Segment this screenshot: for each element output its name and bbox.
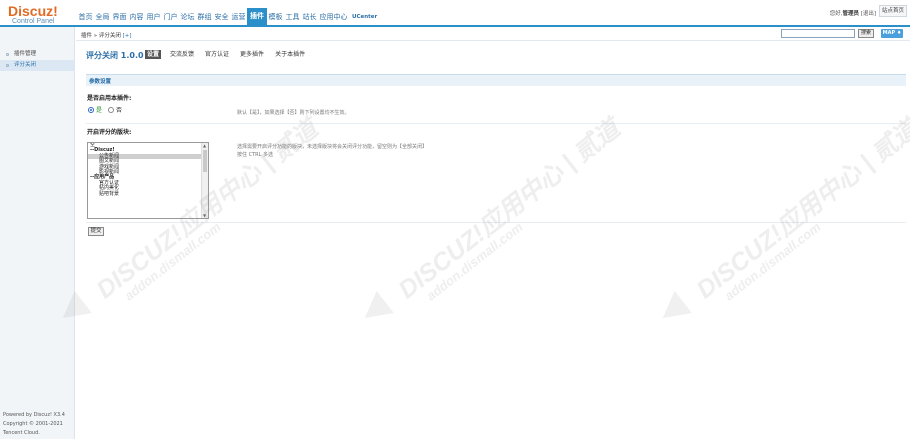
breadcrumb-path[interactable]: 插件 » 评分关闭 xyxy=(81,33,121,39)
enable-no-radio[interactable] xyxy=(108,106,115,113)
footer-line-copyright: Copyright © 2001-2021 xyxy=(3,421,63,427)
main-content: 评分关闭 1.0.0 设置 交流反馈 官方认证 更多插件 关于本插件 参数设置 是否启用… xyxy=(76,42,910,439)
logo-text: Discuz! xyxy=(8,3,58,19)
map-button[interactable]: MAP ♦ xyxy=(881,29,903,38)
search-input[interactable] xyxy=(781,29,855,38)
nav-item[interactable]: 工具 xyxy=(284,12,301,25)
enable-yes-label[interactable]: 是 xyxy=(96,105,102,114)
footer-line-powered: Powered by Discuz! X3.4 xyxy=(3,412,65,418)
add-shortcut-link[interactable]: [+] xyxy=(123,33,132,39)
plugin-tab[interactable]: 关于本插件 xyxy=(273,50,307,59)
bullet-icon xyxy=(6,64,9,67)
greeting-text: 您好, xyxy=(829,11,843,17)
forums-label: 开启评分的版块: xyxy=(87,129,132,136)
copyright-footer: Powered by Discuz! X3.4 Copyright © 2001… xyxy=(3,411,65,438)
enable-plugin-tip: 默认【是】，如果选择【否】则下列设置均不生效。 xyxy=(237,110,350,116)
enable-yes-radio[interactable] xyxy=(88,106,94,113)
plugin-tab[interactable]: 交流反馈 xyxy=(168,50,196,59)
search-button[interactable]: 搜索 xyxy=(858,29,874,38)
footer-line-company: Tencent Cloud. xyxy=(3,430,40,436)
settings-section-title: 参数设置 xyxy=(89,79,112,85)
enable-plugin-label: 是否启用本插件: xyxy=(87,95,132,102)
plugin-title: 评分关闭 1.0.0 xyxy=(86,51,144,60)
submit-button[interactable]: 提交 xyxy=(88,227,104,236)
plugin-tab[interactable]: 设置 xyxy=(145,50,162,59)
nav-item[interactable]: 论坛 xyxy=(179,12,196,25)
nav-item[interactable]: 用户 xyxy=(145,12,162,25)
enable-plugin-radio-group: 是 否 xyxy=(88,105,122,114)
sidebar-item-label: 评分关闭 xyxy=(14,62,37,68)
forum-option-list: 空 --Discuz! 公告新闻 图文新闻 游戏新闻 影视新闻 --应用产品 官方认证 帖内美化… xyxy=(88,143,208,197)
row-divider xyxy=(86,123,906,124)
settings-section-header: 参数设置 xyxy=(86,74,906,86)
top-navigation: 首页 全局 界面 内容 用户 门户 论坛 群组 安全 运营 插件 模板 工具 站长 应用中心 UCenter xyxy=(77,8,379,25)
sidebar-menu: 插件管理 评分关闭 xyxy=(0,49,74,71)
forum-select-scrollbar[interactable]: ▲ ▼ xyxy=(201,143,208,218)
nav-item[interactable]: 界面 xyxy=(111,12,128,25)
discuz-logo[interactable]: Discuz! Control Panel xyxy=(8,4,68,26)
forum-multiselect[interactable]: 空 --Discuz! 公告新闻 图文新闻 游戏新闻 影视新闻 --应用产品 官方认证 帖内美化… xyxy=(87,142,209,219)
breadcrumb-bar: 插件 » 评分关闭 [+] 搜索 MAP ♦ xyxy=(76,27,910,41)
row-divider xyxy=(86,222,906,223)
nav-item[interactable]: 内容 xyxy=(128,12,145,25)
sidebar-item[interactable]: 插件管理 xyxy=(0,49,74,60)
plugin-tab[interactable]: 更多插件 xyxy=(238,50,266,59)
scroll-down-icon[interactable]: ▼ xyxy=(203,213,206,218)
forums-tip-line2: 按住 CTRL 多选 xyxy=(237,152,273,158)
nav-item[interactable]: 插件 xyxy=(247,8,267,25)
nav-item[interactable]: 应用中心 xyxy=(318,12,349,25)
breadcrumb: 插件 » 评分关闭 [+] xyxy=(81,31,132,39)
sidebar: 插件管理评分关闭 Powered by Discuz! X3.4 Copyrig… xyxy=(0,27,75,439)
nav-item[interactable]: 运营 xyxy=(230,12,247,25)
user-bar: 您好,管理员 [退出] xyxy=(830,9,876,17)
username: 管理员 xyxy=(842,11,859,17)
sidebar-item[interactable]: 评分关闭 xyxy=(0,60,74,71)
top-header: Discuz! Control Panel 首页 全局 界面 内容 用户 门户 论坛 群组 安全… xyxy=(0,0,910,27)
admin-control-panel: Discuz! Control Panel 首页 全局 界面 内容 用户 门户 论坛 群组 安全… xyxy=(0,0,910,439)
forums-tip: 选择需要开启评分功能的版块，未选择版块将会关闭评分功能，留空则为【全部关闭】 按… xyxy=(237,143,427,159)
forum-option[interactable]: 贴吧背景 xyxy=(88,191,208,197)
plugin-tab[interactable]: 官方认证 xyxy=(203,50,231,59)
logout-link[interactable]: [退出] xyxy=(861,11,876,17)
nav-item[interactable]: 门户 xyxy=(162,12,179,25)
scroll-up-icon[interactable]: ▲ xyxy=(203,143,206,148)
nav-item[interactable]: 全局 xyxy=(94,12,111,25)
scroll-thumb[interactable] xyxy=(203,150,207,172)
nav-item[interactable]: UCenter xyxy=(349,12,379,25)
enable-no-label[interactable]: 否 xyxy=(116,105,122,114)
nav-item[interactable]: 安全 xyxy=(213,12,230,25)
nav-item[interactable]: 群组 xyxy=(196,12,213,25)
forums-tip-line1: 选择需要开启评分功能的版块，未选择版块将会关闭评分功能，留空则为【全部关闭】 xyxy=(237,144,428,150)
nav-item[interactable]: 站长 xyxy=(301,12,318,25)
nav-item[interactable]: 模板 xyxy=(267,12,284,25)
plugin-tabs: 设置 交流反馈 官方认证 更多插件 关于本插件 xyxy=(145,50,314,59)
sidebar-item-label: 插件管理 xyxy=(14,51,37,57)
bullet-icon xyxy=(6,53,9,56)
site-home-button[interactable]: 站点首页 xyxy=(879,5,907,17)
nav-item[interactable]: 首页 xyxy=(77,12,94,25)
